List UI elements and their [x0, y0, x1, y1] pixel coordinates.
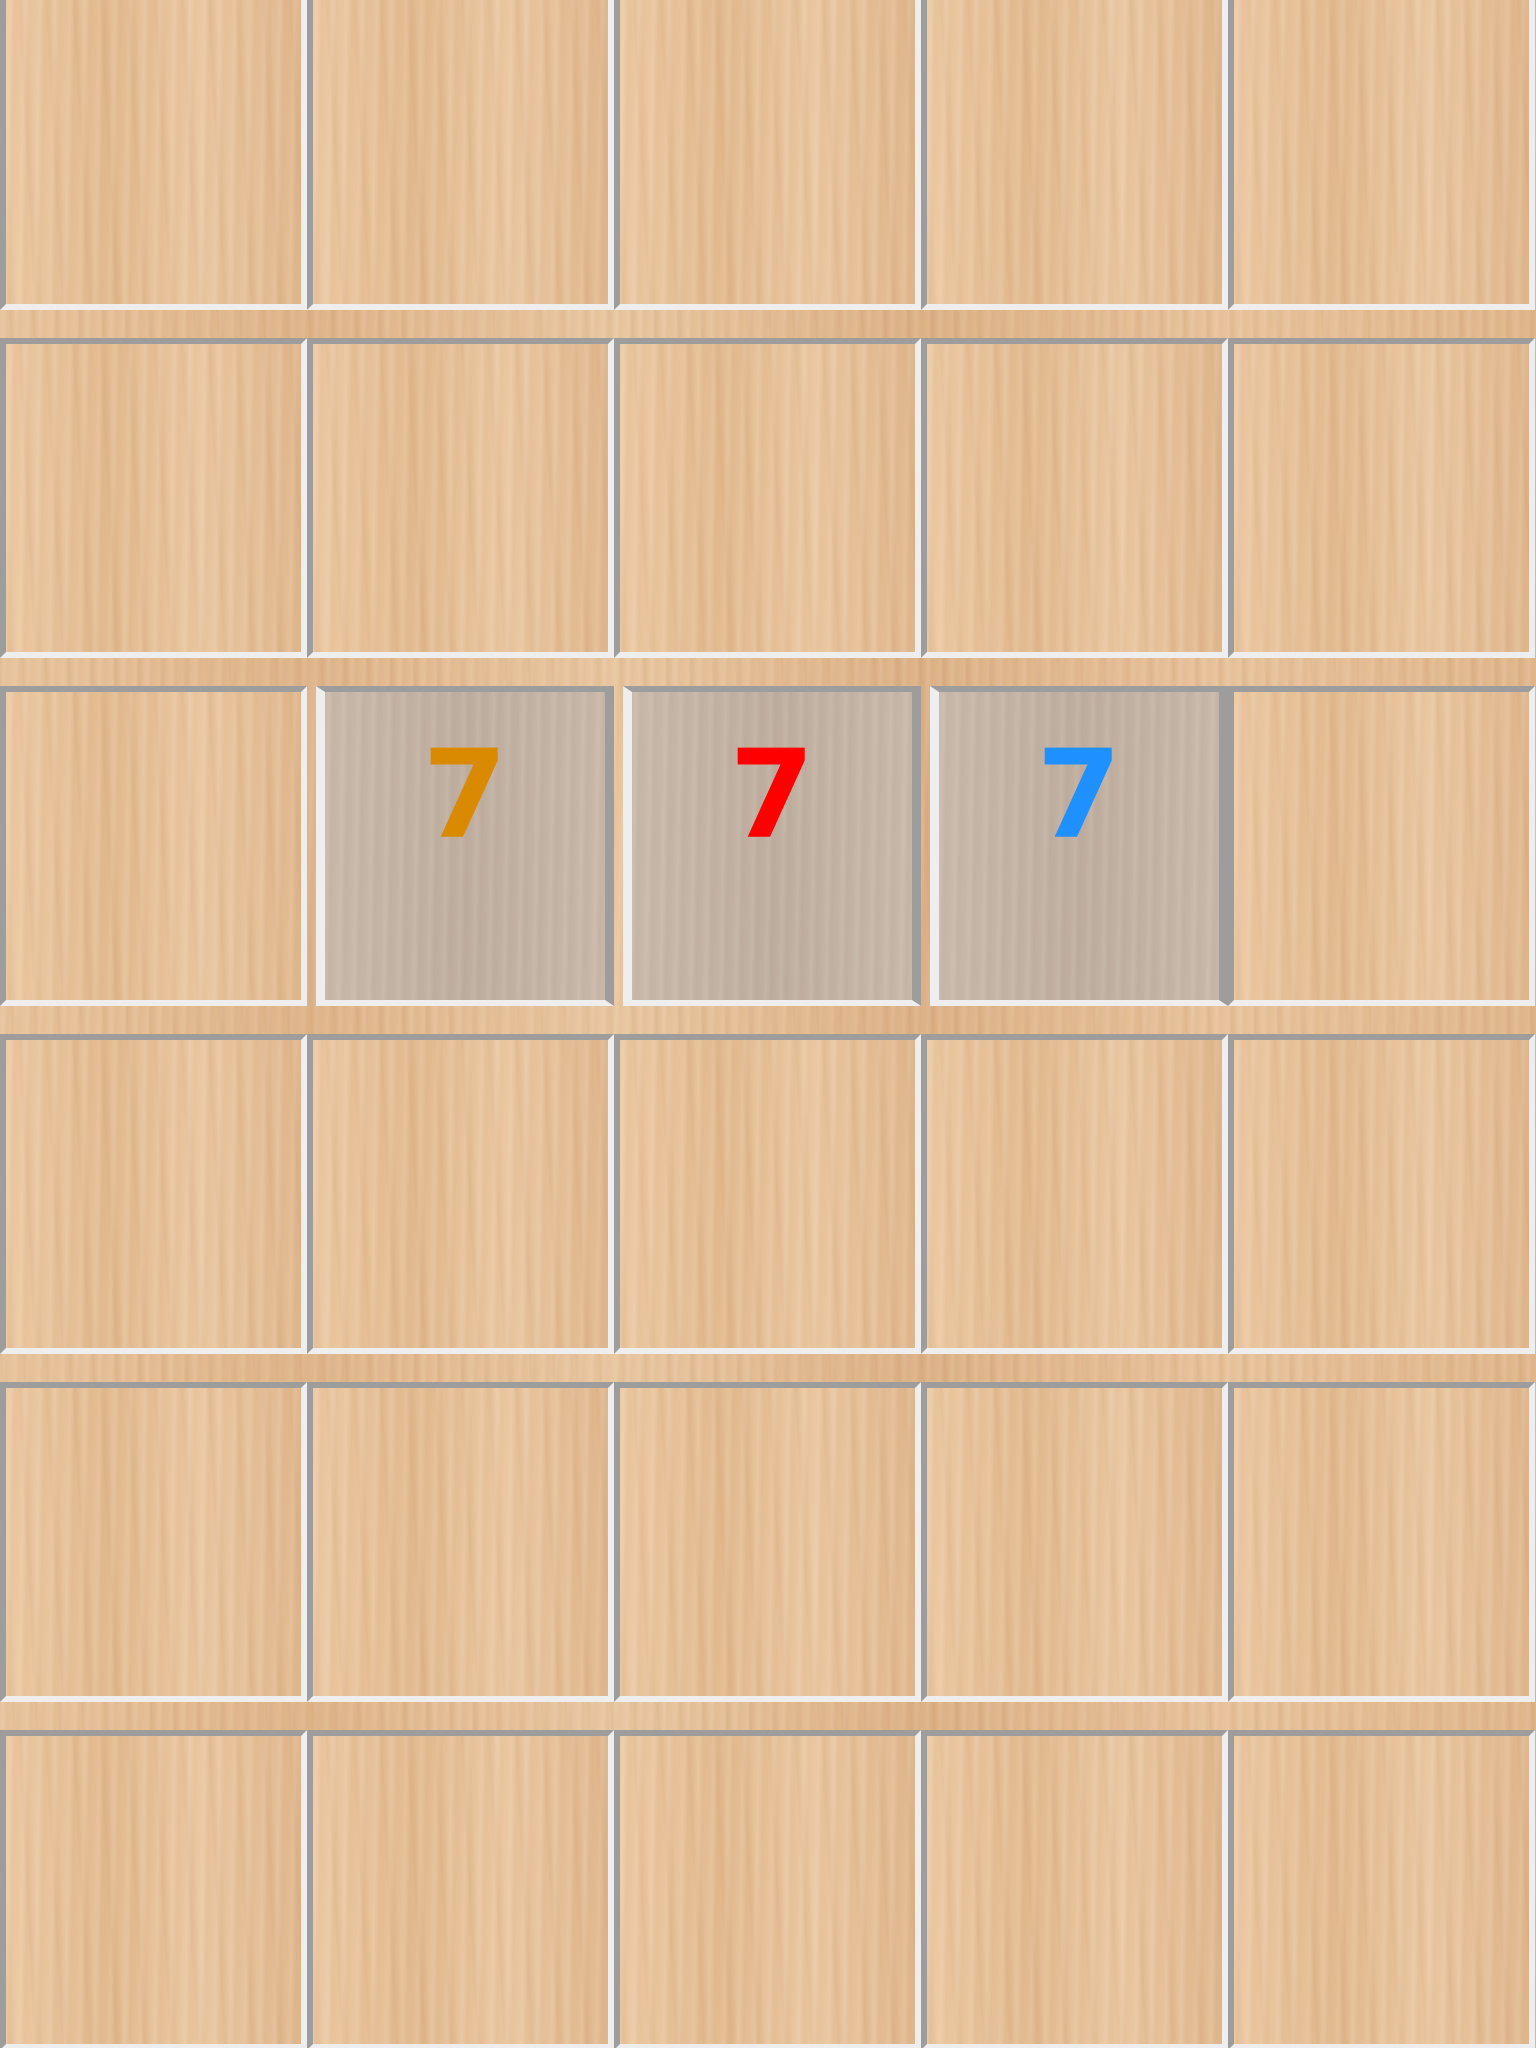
- empty-tile[interactable]: [921, 1730, 1228, 2048]
- number-tile[interactable]: 7: [316, 686, 614, 1006]
- empty-tile[interactable]: [0, 1382, 307, 1702]
- empty-tile[interactable]: [921, 0, 1228, 310]
- empty-tile[interactable]: [1228, 686, 1535, 1006]
- empty-tile[interactable]: [614, 338, 921, 658]
- tile-number: 7: [729, 724, 815, 866]
- empty-tile[interactable]: [1228, 0, 1535, 310]
- empty-tile[interactable]: [0, 686, 307, 1006]
- tile-number: 7: [1036, 724, 1122, 866]
- empty-tile[interactable]: [921, 338, 1228, 658]
- empty-tile[interactable]: [0, 0, 307, 310]
- empty-tile[interactable]: [1228, 338, 1535, 658]
- number-tile[interactable]: 7: [930, 686, 1228, 1006]
- empty-tile[interactable]: [0, 1034, 307, 1354]
- empty-tile[interactable]: [1228, 1730, 1535, 2048]
- empty-tile[interactable]: [614, 0, 921, 310]
- empty-tile[interactable]: [307, 1730, 614, 2048]
- empty-tile[interactable]: [1228, 1382, 1535, 1702]
- empty-tile[interactable]: [0, 1730, 307, 2048]
- number-tile[interactable]: 7: [623, 686, 921, 1006]
- game-board: 7 7 7: [0, 0, 1536, 2048]
- empty-tile[interactable]: [307, 1034, 614, 1354]
- tile-number: 7: [422, 724, 508, 866]
- empty-tile[interactable]: [307, 0, 614, 310]
- empty-tile[interactable]: [921, 1382, 1228, 1702]
- empty-tile[interactable]: [921, 1034, 1228, 1354]
- empty-tile[interactable]: [614, 1034, 921, 1354]
- empty-tile[interactable]: [307, 338, 614, 658]
- empty-tile[interactable]: [0, 338, 307, 658]
- empty-tile[interactable]: [614, 1382, 921, 1702]
- empty-tile[interactable]: [614, 1730, 921, 2048]
- empty-tile[interactable]: [1228, 1034, 1535, 1354]
- empty-tile[interactable]: [307, 1382, 614, 1702]
